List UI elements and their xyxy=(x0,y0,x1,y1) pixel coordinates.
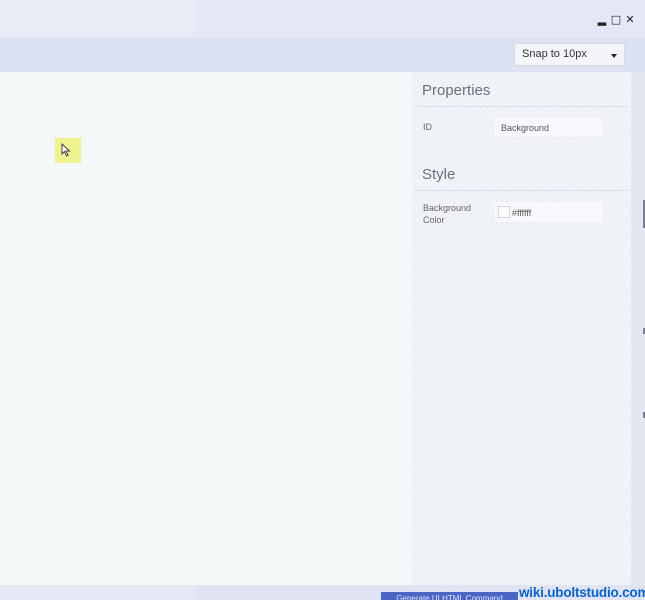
background-color-value: #ffffff xyxy=(512,208,532,218)
mouse-pointer-icon xyxy=(61,143,71,157)
generate-command-button[interactable]: Generate UI.HTML Command xyxy=(381,592,518,600)
chevron-down-icon xyxy=(611,54,617,58)
snap-select[interactable]: Snap to 10px xyxy=(514,43,625,66)
background-color-label-line2: Color xyxy=(423,215,445,225)
style-divider xyxy=(414,190,629,191)
style-heading: Style xyxy=(422,166,456,183)
properties-divider xyxy=(414,106,629,107)
color-swatch[interactable] xyxy=(498,206,510,219)
window-controls: ▂ □ ✕ xyxy=(597,13,635,26)
background-color-label: Background Color xyxy=(423,202,471,226)
id-label: ID xyxy=(423,122,432,132)
id-field-value: Background xyxy=(501,123,550,133)
id-field[interactable]: Background xyxy=(493,116,604,138)
close-icon[interactable]: ✕ xyxy=(625,13,635,26)
minimize-icon[interactable]: ▂ xyxy=(597,13,607,26)
background-color-field[interactable]: #ffffff xyxy=(493,201,604,223)
cursor-highlight xyxy=(55,138,81,163)
properties-panel: Properties ID Background Style Backgroun… xyxy=(412,72,631,585)
right-edge-strip xyxy=(631,72,645,585)
title-bar-left-region xyxy=(0,0,195,36)
watermark: wiki.uboltstudio.com xyxy=(519,585,645,600)
properties-heading: Properties xyxy=(422,82,491,99)
status-bar-left-region xyxy=(0,585,195,600)
maximize-icon[interactable]: □ xyxy=(611,13,621,26)
title-bar: ▂ □ ✕ xyxy=(0,0,645,38)
background-color-label-line1: Background xyxy=(423,203,472,213)
snap-select-value: Snap to 10px xyxy=(522,48,587,60)
